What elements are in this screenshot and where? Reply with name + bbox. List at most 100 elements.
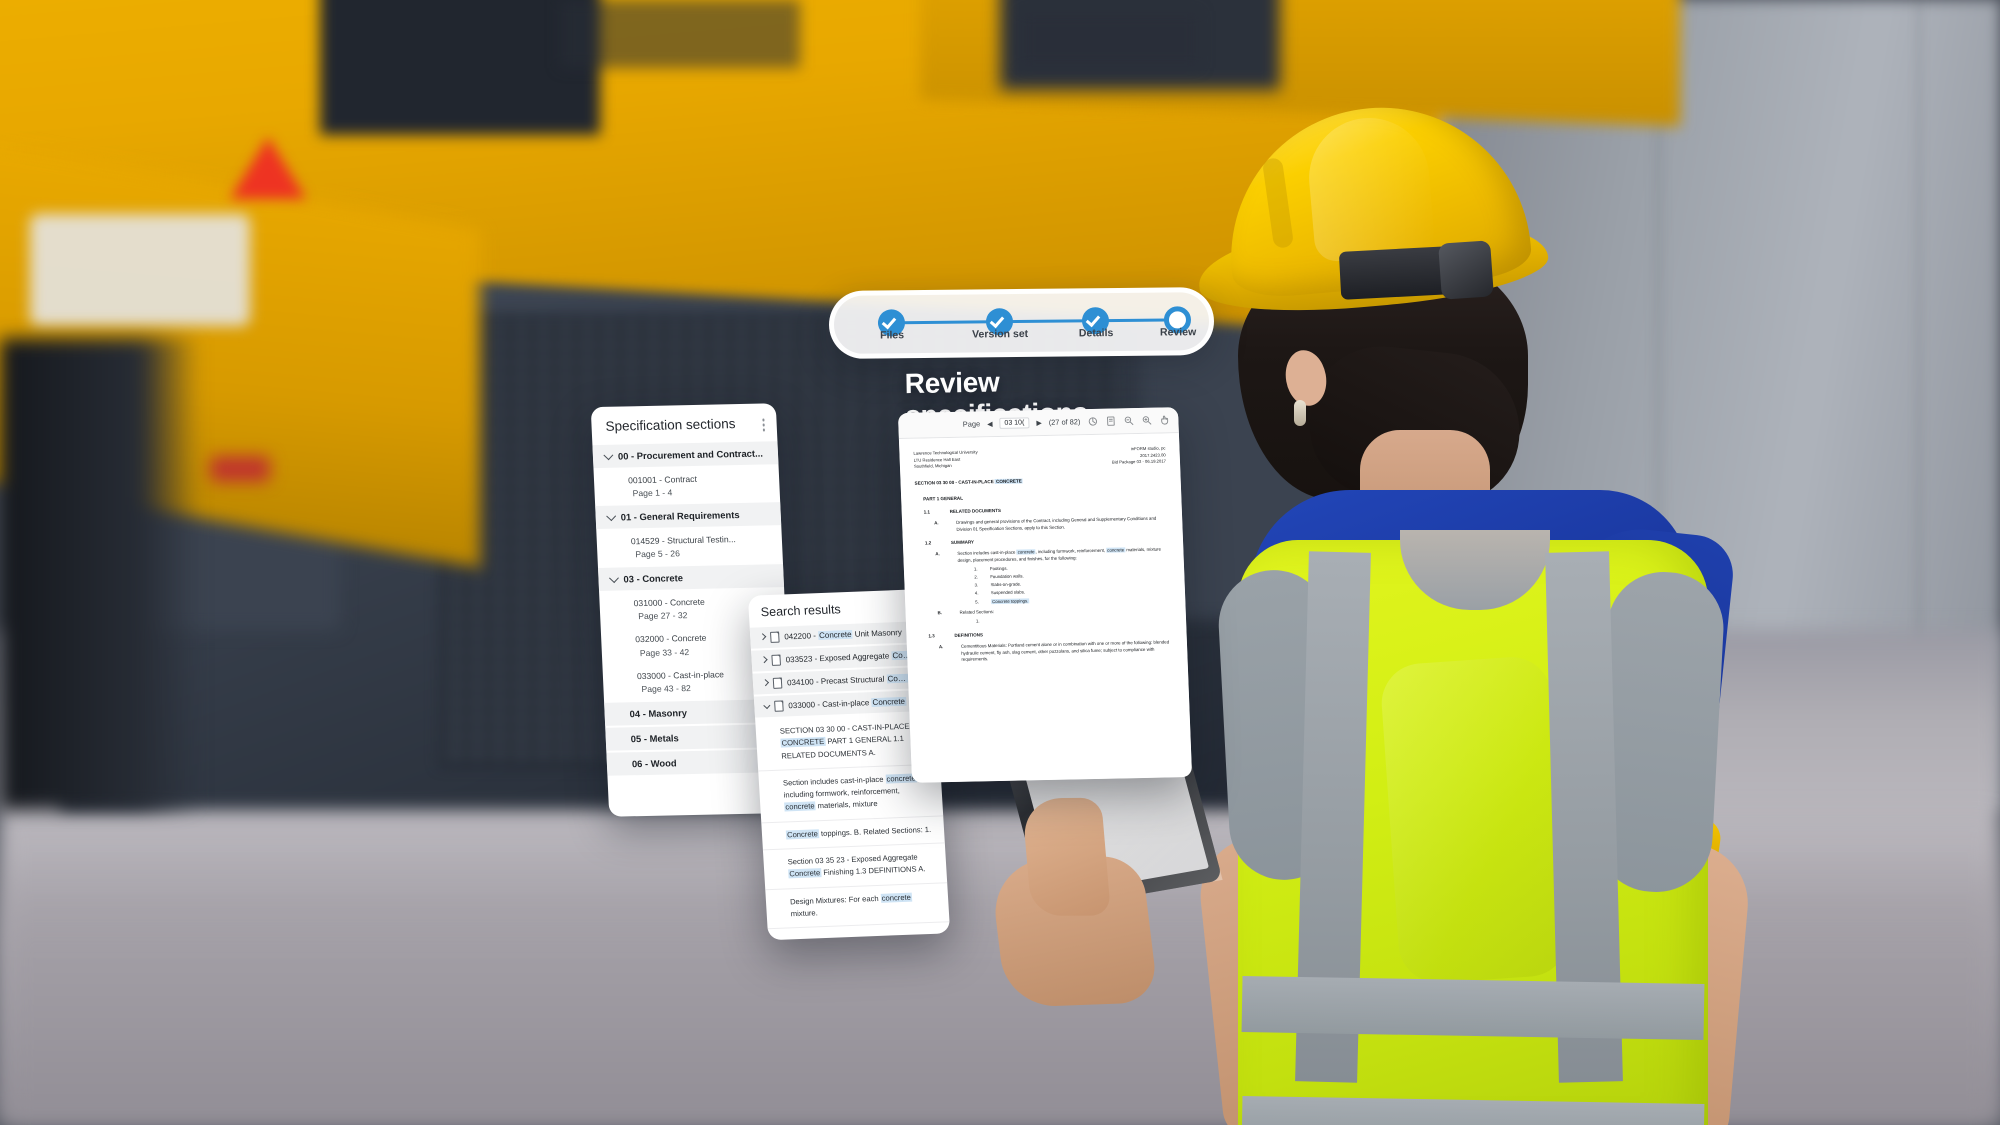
kebab-menu-icon[interactable] (761, 416, 765, 432)
list-item-number: 4. (974, 590, 979, 596)
paragraph-letter: B. (937, 610, 943, 616)
article-title: RELATED DOCUMENTS (949, 507, 1001, 514)
chevron-down-icon[interactable] (763, 702, 771, 710)
article-title: SUMMARY (950, 539, 975, 546)
list-item-number: 2. (974, 574, 978, 580)
document-section-title: SECTION 03 30 00 - CAST-IN-PLACE CONCRET… (914, 474, 1166, 486)
spec-section-group-label: 04 - Masonry (629, 706, 688, 719)
list-item-text: Slabs-on-grade. (990, 581, 1022, 588)
document-header-line: Southfield, Michigan (913, 462, 952, 469)
document-paragraph: A. Cementitious Materials: Portland cemen… (921, 639, 1174, 665)
paragraph-letter: A. (934, 519, 939, 526)
document-icon (771, 654, 782, 666)
spec-section-item[interactable]: 014529 - Structural Testin... Page 5 - 26 (596, 527, 783, 567)
search-result-label: 033523 - Exposed Aggregate Concret... (785, 650, 913, 664)
document-header-left: Lawrence Technological University LTU Res… (913, 449, 978, 470)
spec-section-group-label: 03 - Concrete (623, 571, 684, 585)
spec-section-item-label: 014529 - Structural Testin... (630, 534, 736, 547)
spec-section-group-label: 05 - Metals (630, 731, 679, 744)
document-numbered-list: 1. Footings. 2. Foundation walls. 3. Slabs-on… (918, 562, 1171, 607)
stepper-nodes: Files Version set Details Review (834, 292, 1209, 341)
next-page-icon[interactable]: ▶ (1036, 419, 1042, 427)
spec-section-group-label: 01 - General Requirements (620, 509, 740, 523)
spec-section-group[interactable]: 03 - Concrete (597, 563, 785, 591)
article-title: DEFINITIONS (954, 632, 984, 638)
paragraph-letter: A. (938, 643, 944, 649)
stepper-label: Version set (972, 327, 1029, 341)
rotate-icon[interactable] (1087, 416, 1098, 427)
spec-section-item-pages: Page 5 - 26 (635, 548, 681, 560)
chevron-right-icon[interactable] (761, 679, 770, 687)
zoom-out-icon[interactable] (1123, 415, 1134, 426)
prev-page-icon[interactable]: ◀ (987, 420, 993, 428)
check-icon (1085, 312, 1101, 328)
pan-icon[interactable] (1159, 414, 1170, 425)
article-number: 1.1 (923, 509, 931, 515)
list-item-text: Footings. (989, 565, 1008, 572)
search-term-highlight: concrete (1106, 547, 1126, 554)
spec-section-item-label: 032000 - Concrete (635, 633, 707, 645)
chevron-down-icon (606, 511, 617, 522)
search-result-label: 042200 - Concrete Unit Masonry (784, 627, 903, 642)
document-article-heading: 1.3 DEFINITIONS (920, 628, 1172, 640)
chevron-down-icon (609, 572, 619, 583)
list-item-text: Concrete toppings. (991, 597, 1030, 605)
spec-section-group-label: 06 - Wood (631, 756, 677, 769)
check-icon (881, 314, 897, 330)
document-icon (774, 700, 784, 712)
spec-section-item[interactable]: 001001 - Contract Page 1 - 4 (594, 466, 781, 506)
paragraph-letter: A. (935, 551, 940, 557)
chevron-right-icon[interactable] (759, 633, 767, 641)
chevron-right-icon[interactable] (760, 656, 768, 664)
search-term-highlight: Concrete (817, 629, 853, 641)
page-number-input[interactable]: 03 10( (999, 417, 1030, 429)
document-list-item: 1. (976, 614, 1172, 625)
spec-panel-header: Specification sections (591, 415, 777, 444)
section-title-text: SECTION 03 30 00 - CAST-IN-PLACE (914, 478, 996, 486)
document-paragraph: A. Drawings and general provisions of the… (916, 515, 1169, 534)
document-body: 1.1 RELATED DOCUMENTS A. Drawings and gener… (916, 504, 1174, 665)
list-item-number: 1. (973, 566, 978, 572)
spec-section-item-label: 033000 - Cast-in-place (636, 669, 725, 682)
search-term-highlight: CONCRETE (780, 737, 826, 748)
section-title-highlight: CONCRETE (994, 477, 1023, 484)
search-term-highlight: Concrete (886, 673, 910, 684)
spec-section-group[interactable]: 00 - Procurement and Contract... (592, 440, 779, 468)
wizard-stepper: Files Version set Details Review (828, 286, 1215, 360)
document-article-heading: 1.2 SUMMARY (917, 536, 1169, 548)
spec-section-group-label: 00 - Procurement and Contract... (617, 447, 764, 462)
search-result-label: 034100 - Precast Structural Concrete (787, 673, 910, 687)
document-header-line: Bid Package 03 - 06.19.2017 (1111, 458, 1167, 465)
search-term-highlight: concrete (880, 892, 913, 903)
check-icon (989, 313, 1005, 329)
page-label: Page (962, 419, 981, 429)
spec-section-group[interactable]: 01 - General Requirements (595, 502, 782, 530)
document-header-right: inFORM studio, pc 2017.2423.00 Bid Package… (1111, 445, 1166, 466)
list-item-number: 5. (975, 598, 979, 605)
document-page: Lawrence Technological University LTU Res… (898, 433, 1193, 783)
search-term-highlight: concrete (1016, 549, 1036, 555)
page-total-label: (27 of 82) (1048, 417, 1081, 427)
stepper-label: Details (1078, 327, 1114, 340)
document-header: Lawrence Technological University LTU Res… (913, 445, 1166, 470)
search-result-snippet[interactable]: Design Mixtures: For each concrete mixtu… (765, 882, 950, 930)
stepper-track (877, 318, 1178, 325)
search-result-snippet[interactable]: Section 03 35 23 - Exposed Aggregate Con… (762, 843, 948, 890)
document-viewer: Page ◀ 03 10( ▶ (27 of 82) Lawrence Tech… (897, 407, 1193, 783)
search-term-highlight: concrete (784, 801, 816, 812)
search-result-label: 033000 - Cast-in-place Concrete (788, 696, 907, 711)
spec-panel-title: Specification sections (605, 416, 736, 434)
spec-section-item-label: 031000 - Concrete (633, 596, 706, 608)
list-item-number: 3. (974, 582, 979, 588)
paragraph-text: Cementitious Materials: Portland cement … (960, 639, 1170, 663)
search-term-highlight: Concrete (788, 868, 822, 879)
paragraph-text: Drawings and general provisions of the C… (956, 515, 1157, 532)
zoom-in-icon[interactable] (1141, 415, 1152, 426)
chevron-down-icon (603, 449, 614, 460)
search-term-highlight: Concrete (785, 828, 820, 840)
list-item-text: Foundation walls. (990, 573, 1024, 580)
ui-overlay: Files Version set Details Review Review spe… (0, 0, 2000, 1125)
article-number: 1.3 (928, 633, 935, 639)
fit-page-icon[interactable] (1105, 415, 1116, 426)
document-icon (772, 677, 783, 689)
